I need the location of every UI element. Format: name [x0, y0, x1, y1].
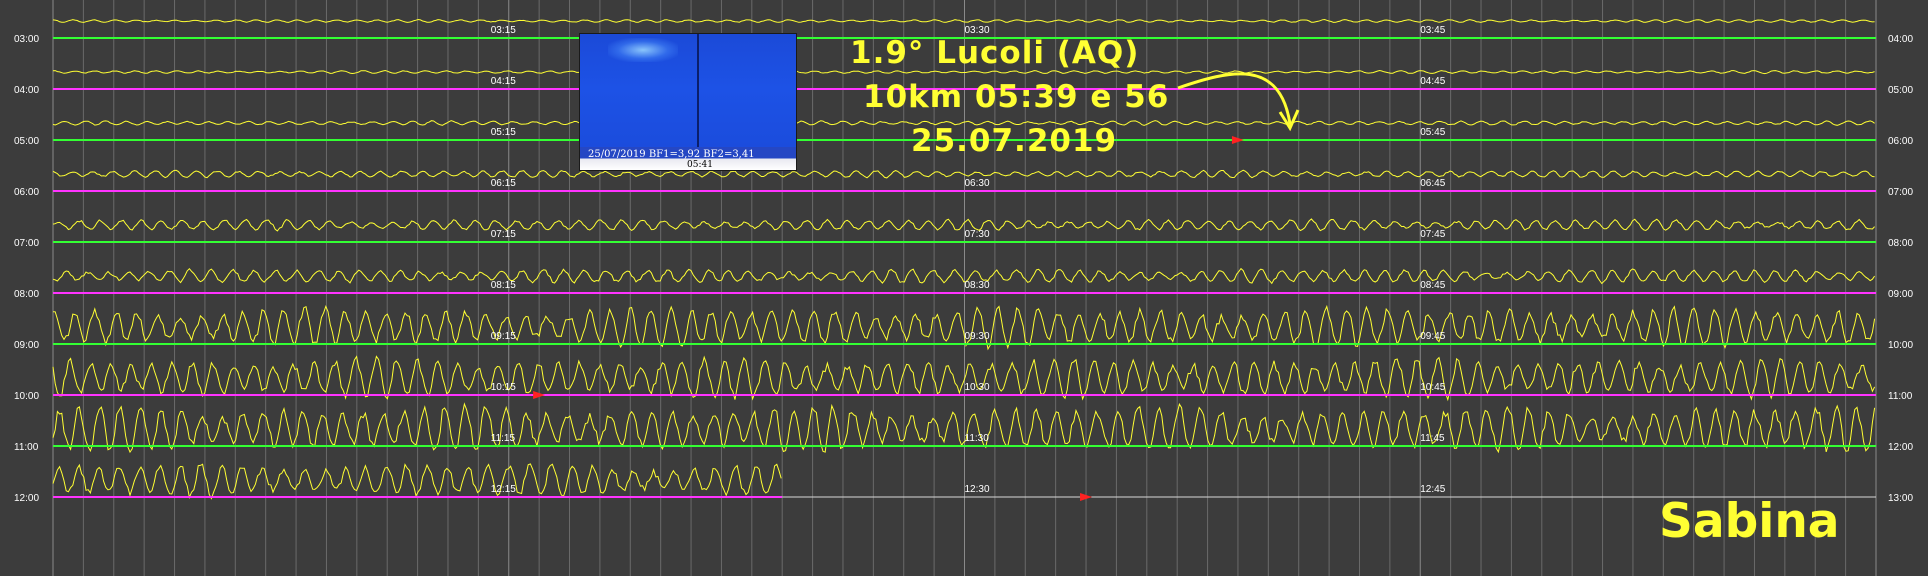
minute-label: 07:45: [1420, 229, 1445, 240]
annotation-arrow: [1177, 72, 1292, 125]
minute-label: 08:30: [965, 280, 990, 291]
minute-label: 10:15: [491, 382, 516, 393]
left-hour-label: 03:00: [14, 34, 39, 45]
minute-label: 10:45: [1420, 382, 1445, 393]
minute-label: 11:45: [1420, 433, 1445, 444]
event-depth-time: 10km 05:39 e 56: [863, 79, 1170, 115]
right-hour-label: 13:00: [1888, 493, 1913, 504]
station-name: Sabina: [1659, 494, 1840, 549]
right-hour-label: 09:00: [1888, 289, 1913, 300]
left-hour-label: 06:00: [14, 187, 39, 198]
spectrogram-cursor: [697, 34, 699, 152]
left-hour-label: 09:00: [14, 340, 39, 351]
minute-label: 09:45: [1420, 331, 1445, 342]
right-hour-label: 11:00: [1888, 391, 1913, 402]
spectrogram-caption: 25/07/2019 BF1=3,92 BF2=3,41: [588, 149, 755, 160]
helicorder-chart: 03:00 04:00 03:15 03:30 03:45 04:00 05:00 04:15…: [0, 0, 1928, 576]
left-hour-label: 04:00: [14, 85, 39, 96]
minute-label: 09:15: [491, 331, 516, 342]
minute-label: 09:30: [965, 331, 990, 342]
right-hour-label: 06:00: [1888, 136, 1913, 147]
minute-label: 04:45: [1420, 76, 1445, 87]
minute-label: 11:15: [491, 433, 516, 444]
right-hour-label: 07:00: [1888, 187, 1913, 198]
right-hour-label: 08:00: [1888, 238, 1913, 249]
left-hour-label: 11:00: [14, 442, 39, 453]
minute-label: 03:15: [491, 25, 516, 36]
minute-label: 05:15: [491, 127, 516, 138]
minute-label: 08:15: [491, 280, 516, 291]
right-hour-label: 05:00: [1888, 85, 1913, 96]
spectrogram-energy: [608, 38, 678, 62]
minute-label: 06:30: [965, 178, 990, 189]
minute-label: 11:30: [965, 433, 990, 444]
minute-label: 12:30: [965, 484, 990, 495]
event-magnitude-location: 1.9° Lucoli (AQ): [850, 35, 1140, 71]
minute-label: 12:15: [491, 484, 516, 495]
left-hour-label: 07:00: [14, 238, 39, 249]
right-hour-label: 04:00: [1888, 34, 1913, 45]
minute-label: 07:15: [491, 229, 516, 240]
left-hour-label: 12:00: [14, 493, 39, 504]
minute-label: 12:45: [1420, 484, 1445, 495]
minute-label: 04:15: [491, 76, 516, 87]
minute-label: 03:45: [1420, 25, 1445, 36]
minute-label: 05:45: [1420, 127, 1445, 138]
spectrogram-time: 05:41: [687, 160, 713, 170]
event-date: 25.07.2019: [911, 123, 1118, 159]
minute-label: 06:45: [1420, 178, 1445, 189]
right-hour-label: 10:00: [1888, 340, 1913, 351]
minute-label: 08:45: [1420, 280, 1445, 291]
spectrogram-inset: 25/07/2019 BF1=3,92 BF2=3,41 05:41: [579, 33, 797, 171]
minute-label: 10:30: [965, 382, 990, 393]
left-hour-label: 08:00: [14, 289, 39, 300]
right-hour-label: 12:00: [1888, 442, 1913, 453]
minute-label: 07:30: [965, 229, 990, 240]
minute-label: 06:15: [491, 178, 516, 189]
left-hour-label: 10:00: [14, 391, 39, 402]
left-hour-label: 05:00: [14, 136, 39, 147]
